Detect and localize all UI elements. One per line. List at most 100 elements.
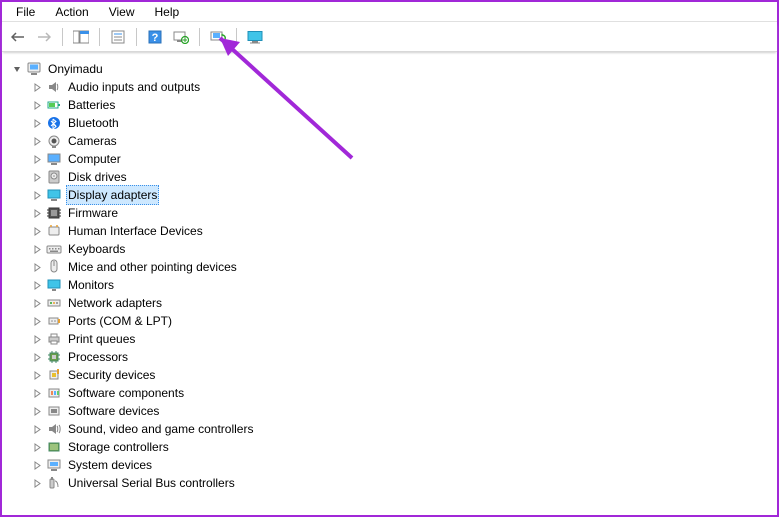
tree-item[interactable]: Security devices	[8, 366, 773, 384]
caret-right-icon[interactable]	[30, 98, 44, 112]
tree-item[interactable]: Bluetooth	[8, 114, 773, 132]
menu-action[interactable]: Action	[45, 3, 98, 21]
caret-down-icon[interactable]	[10, 62, 24, 76]
tree-item-label: Universal Serial Bus controllers	[66, 474, 237, 492]
device-tree-panel: Onyimadu Audio inputs and outputsBatteri…	[2, 52, 777, 515]
cpu-icon	[46, 349, 62, 365]
tree-item-label: Bluetooth	[66, 114, 121, 132]
toolbar-forward-button[interactable]	[32, 25, 56, 49]
tree-item[interactable]: Disk drives	[8, 168, 773, 186]
toolbar-properties-button[interactable]	[106, 25, 130, 49]
tree-item-label: System devices	[66, 456, 154, 474]
toolbar-help-button[interactable]: ?	[143, 25, 167, 49]
tree-item[interactable]: Software components	[8, 384, 773, 402]
tree-item[interactable]: Sound, video and game controllers	[8, 420, 773, 438]
caret-right-icon[interactable]	[30, 278, 44, 292]
tree-item[interactable]: Cameras	[8, 132, 773, 150]
tree-item-label: Firmware	[66, 204, 120, 222]
speaker-icon	[46, 79, 62, 95]
caret-right-icon[interactable]	[30, 458, 44, 472]
monitor-icon	[247, 30, 263, 44]
tree-item[interactable]: Storage controllers	[8, 438, 773, 456]
caret-right-icon[interactable]	[30, 152, 44, 166]
caret-right-icon[interactable]	[30, 116, 44, 130]
security-icon	[46, 367, 62, 383]
disk-icon	[46, 169, 62, 185]
tree-item-label: Audio inputs and outputs	[66, 78, 202, 96]
tree-item[interactable]: Firmware	[8, 204, 773, 222]
caret-right-icon[interactable]	[30, 224, 44, 238]
tree-item[interactable]: Mice and other pointing devices	[8, 258, 773, 276]
sound-icon	[46, 421, 62, 437]
toolbar-show-hide-tree-button[interactable]	[69, 25, 93, 49]
tree-item[interactable]: Software devices	[8, 402, 773, 420]
caret-right-icon[interactable]	[30, 206, 44, 220]
tree-item[interactable]: Processors	[8, 348, 773, 366]
caret-right-icon[interactable]	[30, 314, 44, 328]
caret-right-icon[interactable]	[30, 242, 44, 256]
tree-item-label: Display adapters	[66, 185, 159, 205]
toolbar-monitor-button[interactable]	[243, 25, 267, 49]
caret-right-icon[interactable]	[30, 134, 44, 148]
tree-item-label: Software devices	[66, 402, 161, 420]
keyboard-icon	[46, 241, 62, 257]
tree-item[interactable]: Universal Serial Bus controllers	[8, 474, 773, 492]
tree-item-label: Mice and other pointing devices	[66, 258, 239, 276]
caret-right-icon[interactable]	[30, 404, 44, 418]
bluetooth-icon	[46, 115, 62, 131]
tree-item[interactable]: Audio inputs and outputs	[8, 78, 773, 96]
caret-right-icon[interactable]	[30, 476, 44, 490]
tree-item[interactable]: Display adapters	[8, 186, 773, 204]
tree-item-label: Batteries	[66, 96, 117, 114]
swcomp-icon	[46, 385, 62, 401]
tree-item[interactable]: Human Interface Devices	[8, 222, 773, 240]
caret-right-icon[interactable]	[30, 170, 44, 184]
tree-item[interactable]: Batteries	[8, 96, 773, 114]
tree-item-label: Print queues	[66, 330, 137, 348]
port-icon	[46, 313, 62, 329]
tree-item-label: Human Interface Devices	[66, 222, 205, 240]
system-icon	[46, 457, 62, 473]
tree-item[interactable]: Keyboards	[8, 240, 773, 258]
tree-item-label: Disk drives	[66, 168, 129, 186]
tree-item[interactable]: Monitors	[8, 276, 773, 294]
hid-icon	[46, 223, 62, 239]
caret-right-icon[interactable]	[30, 260, 44, 274]
computer-root-icon	[26, 61, 42, 77]
caret-right-icon[interactable]	[30, 440, 44, 454]
caret-right-icon[interactable]	[30, 350, 44, 364]
tree-item-label: Keyboards	[66, 240, 127, 258]
tree-item[interactable]: Print queues	[8, 330, 773, 348]
caret-right-icon[interactable]	[30, 386, 44, 400]
menu-file[interactable]: File	[6, 3, 45, 21]
tree-item-label: Storage controllers	[66, 438, 171, 456]
caret-right-icon[interactable]	[30, 188, 44, 202]
help-icon: ?	[148, 30, 162, 44]
toolbar-back-button[interactable]	[6, 25, 30, 49]
tree-item[interactable]: System devices	[8, 456, 773, 474]
tree-item-label: Security devices	[66, 366, 157, 384]
network-icon	[46, 295, 62, 311]
svg-text:?: ?	[152, 32, 159, 44]
caret-right-icon[interactable]	[30, 368, 44, 382]
toolbar: ?	[2, 22, 777, 52]
device-tree[interactable]: Onyimadu Audio inputs and outputsBatteri…	[8, 60, 773, 492]
battery-icon	[46, 97, 62, 113]
tree-item[interactable]: Network adapters	[8, 294, 773, 312]
menu-help[interactable]: Help	[145, 3, 190, 21]
forward-icon	[37, 30, 51, 44]
computer-icon	[46, 151, 62, 167]
caret-right-icon[interactable]	[30, 422, 44, 436]
tree-root-label: Onyimadu	[46, 60, 105, 78]
toolbar-update-driver-button[interactable]	[206, 25, 230, 49]
toolbar-separator	[99, 28, 100, 46]
menu-view[interactable]: View	[99, 3, 145, 21]
tree-item[interactable]: Ports (COM & LPT)	[8, 312, 773, 330]
caret-right-icon[interactable]	[30, 332, 44, 346]
tree-item[interactable]: Computer	[8, 150, 773, 168]
tree-root-row[interactable]: Onyimadu	[8, 60, 773, 78]
toolbar-scan-hardware-button[interactable]	[169, 25, 193, 49]
caret-right-icon[interactable]	[30, 296, 44, 310]
caret-right-icon[interactable]	[30, 80, 44, 94]
tree-item-label: Sound, video and game controllers	[66, 420, 255, 438]
